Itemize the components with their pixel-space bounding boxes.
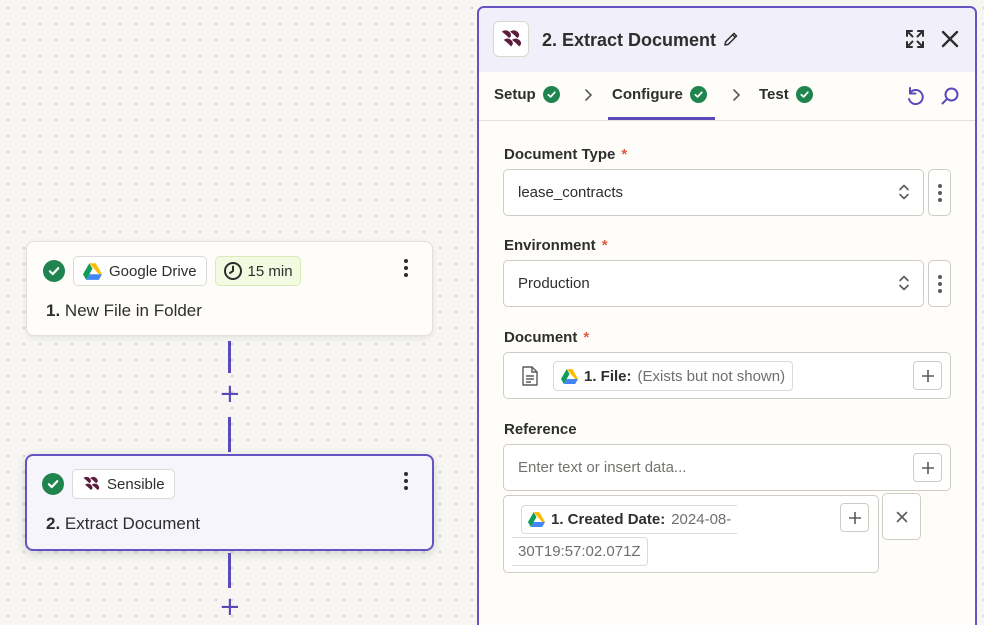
more-vertical-icon[interactable] <box>402 472 410 494</box>
connector-line <box>228 417 231 452</box>
close-icon[interactable] <box>941 30 959 48</box>
reference-value-input[interactable]: 1. Created Date: 2024-08- 30T19:57:02.07… <box>503 495 879 573</box>
step-editor-panel: 2. Extract Document Setup Configure Test… <box>477 6 977 625</box>
pill-value: (Exists but not shown) <box>637 367 786 385</box>
insert-data-button[interactable] <box>840 503 869 532</box>
google-drive-icon <box>528 512 545 527</box>
pill-label: 1. File: <box>584 367 632 385</box>
pill-value-continued: 30T19:57:02.071Z <box>512 537 648 566</box>
google-drive-icon <box>561 369 578 384</box>
field-label-text: Environment <box>504 237 596 254</box>
select-value: lease_contracts <box>518 184 624 201</box>
document-type-select[interactable]: lease_contracts <box>503 169 924 216</box>
tab-configure[interactable]: Configure <box>612 86 707 103</box>
add-step-button[interactable]: + <box>219 381 241 407</box>
active-tab-indicator <box>608 117 715 120</box>
required-marker: * <box>621 146 628 163</box>
pill-value: 2024-08- <box>671 511 732 528</box>
reference-placeholder: Enter text or insert data... <box>518 459 687 476</box>
step-number: 2. <box>46 514 61 533</box>
step-card-trigger[interactable]: Google Drive 15 min 1. New File in Folde… <box>26 241 433 336</box>
app-name: Sensible <box>107 475 165 493</box>
add-step-button[interactable]: + <box>219 594 241 620</box>
tab-label: Test <box>759 86 789 103</box>
plus-icon <box>921 461 934 474</box>
google-drive-icon <box>83 263 102 280</box>
environment-label: Environment * <box>504 237 608 254</box>
field-options-button[interactable] <box>928 260 951 307</box>
app-chip: Google Drive <box>73 256 207 286</box>
tab-label: Configure <box>612 86 683 103</box>
data-pill-created-date[interactable]: 1. Created Date: 2024-08- <box>521 505 738 534</box>
panel-title[interactable]: 2. Extract Document <box>542 30 716 51</box>
search-icon[interactable] <box>940 86 960 106</box>
pill-label: 1. Created Date: <box>551 511 666 528</box>
app-name: Google Drive <box>109 262 197 280</box>
poll-interval: 15 min <box>247 262 293 280</box>
tab-bar: Setup Configure Test <box>479 72 975 121</box>
step-header: Google Drive 15 min <box>43 256 301 286</box>
field-label-text: Document Type <box>504 146 616 163</box>
step-name: Extract Document <box>64 514 201 533</box>
insert-data-button[interactable] <box>913 361 942 390</box>
select-value: Production <box>518 275 590 292</box>
reference-input[interactable]: Enter text or insert data... <box>503 444 951 491</box>
close-icon <box>896 511 907 522</box>
undo-icon[interactable] <box>905 86 925 106</box>
remove-value-button[interactable] <box>882 493 921 540</box>
check-icon <box>43 260 65 282</box>
field-label-text: Reference <box>504 421 577 438</box>
connector-line <box>228 553 231 588</box>
field-label-text: Document <box>504 329 578 346</box>
step-number: 1. <box>46 301 61 320</box>
document-type-label: Document Type * <box>504 146 627 163</box>
reference-label: Reference <box>504 421 577 438</box>
document-label: Document * <box>504 329 589 346</box>
chevron-right-icon <box>585 89 593 101</box>
poll-interval-chip: 15 min <box>214 256 301 286</box>
step-title: 2. Extract Document <box>46 514 200 534</box>
tab-test[interactable]: Test <box>759 86 813 103</box>
check-icon <box>795 86 813 103</box>
expand-icon[interactable] <box>905 29 925 49</box>
step-card-action[interactable]: Sensible 2. Extract Document <box>25 454 434 551</box>
connector-line <box>228 341 231 373</box>
sensible-icon <box>493 21 529 57</box>
more-vertical-icon[interactable] <box>402 259 410 281</box>
file-icon <box>522 366 538 386</box>
plus-icon <box>848 511 861 524</box>
data-pill-file[interactable]: 1. File: (Exists but not shown) <box>553 361 794 391</box>
field-options-button[interactable] <box>928 169 951 216</box>
step-name: New File in Folder <box>64 301 202 320</box>
required-marker: * <box>583 329 590 346</box>
check-icon <box>689 86 707 103</box>
tab-label: Setup <box>494 86 536 103</box>
required-marker: * <box>601 237 608 254</box>
document-input[interactable]: 1. File: (Exists but not shown) <box>503 352 951 399</box>
environment-select[interactable]: Production <box>503 260 924 307</box>
pencil-icon[interactable] <box>723 31 739 47</box>
check-icon <box>42 473 64 495</box>
tab-setup[interactable]: Setup <box>494 86 560 103</box>
updown-chevron-icon <box>899 275 909 291</box>
updown-chevron-icon <box>899 184 909 200</box>
sensible-icon <box>82 475 100 493</box>
clock-icon <box>223 262 242 280</box>
check-icon <box>542 86 560 103</box>
insert-data-button[interactable] <box>913 453 942 482</box>
step-title: 1. New File in Folder <box>46 301 202 321</box>
step-header: Sensible <box>42 469 175 499</box>
panel-header: 2. Extract Document <box>479 8 975 72</box>
plus-icon <box>921 369 934 382</box>
chevron-right-icon <box>733 89 741 101</box>
app-chip: Sensible <box>72 469 175 499</box>
